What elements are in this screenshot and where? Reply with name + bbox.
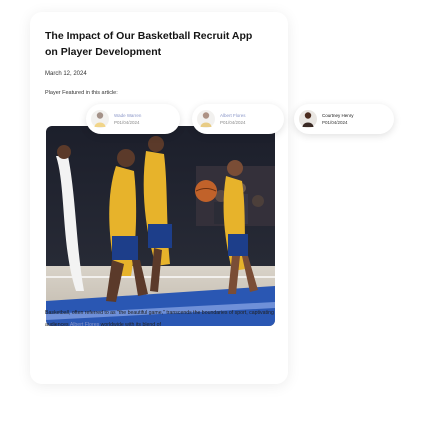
- article-body: Basketball, often referred to as "the be…: [45, 308, 277, 331]
- player-date: P01/04/2024: [322, 120, 348, 125]
- player-avatar-icon: [91, 110, 109, 128]
- article-card: The Impact of Our Basketball Recruit App…: [30, 12, 288, 384]
- player-avatar-icon: [197, 110, 215, 128]
- player-avatar-icon: [299, 110, 317, 128]
- article-photo: [46, 126, 275, 326]
- basketball-game-image: [46, 126, 275, 326]
- article-body-text-cont: worldwide with its blend of: [99, 321, 161, 328]
- article-title: The Impact of Our Basketball Recruit App…: [45, 30, 253, 58]
- player-chip-albert-flores[interactable]: Albert Flores P01/04/2024: [192, 104, 284, 134]
- player-name: Courtney Henry: [322, 113, 354, 118]
- article-date: March 12, 2024: [45, 71, 87, 77]
- player-mention-link[interactable]: Albert Flores: [70, 322, 99, 328]
- featured-players-label: Player Featured in this article:: [45, 90, 118, 96]
- player-chip-courtney-henry[interactable]: Courtney Henry P01/04/2024: [294, 104, 394, 134]
- player-date: P01/04/2024: [114, 120, 140, 125]
- player-name: Wade Warren: [114, 113, 142, 118]
- player-date: P01/04/2024: [220, 120, 246, 125]
- player-name: Albert Flores: [220, 113, 246, 118]
- player-chip-wade-warren[interactable]: Wade Warren P01/04/2024: [86, 104, 180, 134]
